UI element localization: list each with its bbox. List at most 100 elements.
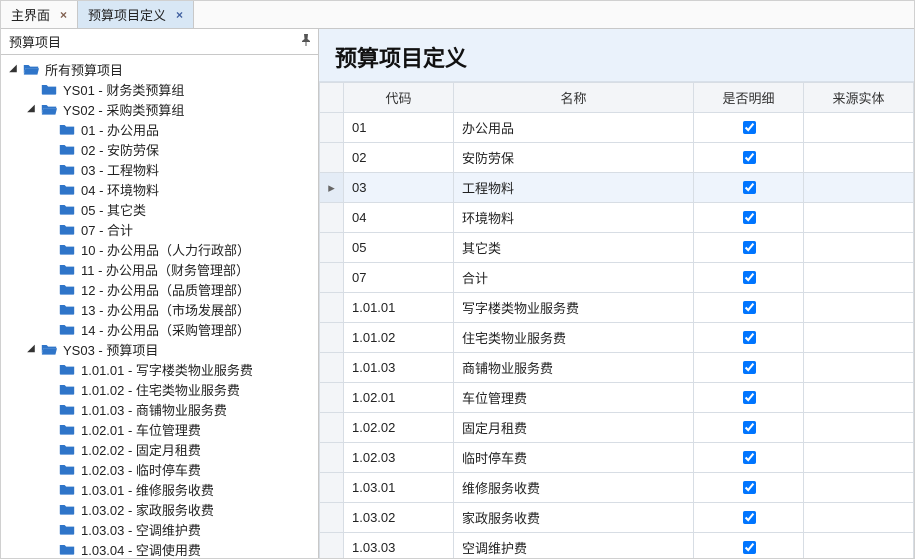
row-header[interactable]	[320, 263, 344, 293]
cell-name[interactable]: 工程物料	[454, 173, 694, 203]
tree-node[interactable]: ·1.02.03 - 临时停车费	[41, 459, 318, 479]
cell-source[interactable]	[804, 323, 914, 353]
tree-node[interactable]: ·01 - 办公用品	[41, 119, 318, 139]
cell-source[interactable]	[804, 383, 914, 413]
cell-source[interactable]	[804, 143, 914, 173]
table-row[interactable]: 04环境物料	[320, 203, 914, 233]
detail-checkbox[interactable]	[743, 301, 756, 314]
tree-node[interactable]: ·1.03.03 - 空调维护费	[41, 519, 318, 539]
detail-checkbox[interactable]	[743, 391, 756, 404]
table-row[interactable]: 1.02.02固定月租费	[320, 413, 914, 443]
row-header[interactable]	[320, 143, 344, 173]
collapse-icon[interactable]: ◢	[25, 104, 37, 114]
cell-code[interactable]: 1.01.01	[344, 293, 454, 323]
cell-detail[interactable]	[694, 383, 804, 413]
cell-code[interactable]: 1.02.03	[344, 443, 454, 473]
detail-checkbox[interactable]	[743, 331, 756, 344]
row-header[interactable]	[320, 473, 344, 503]
collapse-icon[interactable]: ◢	[7, 64, 19, 74]
table-row[interactable]: 1.01.01写字楼类物业服务费	[320, 293, 914, 323]
cell-detail[interactable]	[694, 263, 804, 293]
detail-checkbox[interactable]	[743, 361, 756, 374]
cell-code[interactable]: 1.03.02	[344, 503, 454, 533]
cell-detail[interactable]	[694, 473, 804, 503]
cell-code[interactable]: 01	[344, 113, 454, 143]
tree-node[interactable]: ·10 - 办公用品（人力行政部）	[41, 239, 318, 259]
table-row[interactable]: 05其它类	[320, 233, 914, 263]
cell-name[interactable]: 住宅类物业服务费	[454, 323, 694, 353]
row-header[interactable]	[320, 383, 344, 413]
detail-checkbox[interactable]	[743, 121, 756, 134]
cell-name[interactable]: 临时停车费	[454, 443, 694, 473]
detail-checkbox[interactable]	[743, 481, 756, 494]
row-header[interactable]	[320, 533, 344, 559]
cell-code[interactable]: 1.02.01	[344, 383, 454, 413]
grid-wrap[interactable]: 代码 名称 是否明细 来源实体 01办公用品02安防劳保▸03工程物料04环境物…	[319, 82, 914, 558]
cell-detail[interactable]	[694, 173, 804, 203]
cell-code[interactable]: 07	[344, 263, 454, 293]
tree-node[interactable]: ·YS01 - 财务类预算组	[23, 79, 318, 99]
cell-source[interactable]	[804, 173, 914, 203]
cell-code[interactable]: 02	[344, 143, 454, 173]
cell-detail[interactable]	[694, 293, 804, 323]
pin-icon[interactable]	[300, 33, 312, 50]
detail-checkbox[interactable]	[743, 211, 756, 224]
row-header[interactable]	[320, 113, 344, 143]
column-header-source[interactable]: 来源实体	[804, 83, 914, 113]
cell-name[interactable]: 商铺物业服务费	[454, 353, 694, 383]
cell-detail[interactable]	[694, 323, 804, 353]
row-header[interactable]	[320, 413, 344, 443]
tree-node[interactable]: ◢所有预算项目	[5, 59, 318, 79]
cell-code[interactable]: 1.01.03	[344, 353, 454, 383]
tree-node[interactable]: ·07 - 合计	[41, 219, 318, 239]
cell-source[interactable]	[804, 203, 914, 233]
cell-name[interactable]: 环境物料	[454, 203, 694, 233]
cell-source[interactable]	[804, 233, 914, 263]
tree-node[interactable]: ◢YS02 - 采购类预算组	[23, 99, 318, 119]
cell-name[interactable]: 写字楼类物业服务费	[454, 293, 694, 323]
cell-source[interactable]	[804, 293, 914, 323]
tree-node[interactable]: ·03 - 工程物料	[41, 159, 318, 179]
table-row[interactable]: 01办公用品	[320, 113, 914, 143]
detail-checkbox[interactable]	[743, 241, 756, 254]
detail-checkbox[interactable]	[743, 181, 756, 194]
cell-code[interactable]: 04	[344, 203, 454, 233]
tree-node[interactable]: ·1.01.01 - 写字楼类物业服务费	[41, 359, 318, 379]
cell-code[interactable]: 03	[344, 173, 454, 203]
tree-node[interactable]: ·13 - 办公用品（市场发展部）	[41, 299, 318, 319]
row-header[interactable]	[320, 203, 344, 233]
table-row[interactable]: 1.01.03商铺物业服务费	[320, 353, 914, 383]
row-header[interactable]: ▸	[320, 173, 344, 203]
tree-node[interactable]: ◢YS03 - 预算项目	[23, 339, 318, 359]
cell-name[interactable]: 其它类	[454, 233, 694, 263]
tree-node[interactable]: ·04 - 环境物料	[41, 179, 318, 199]
cell-code[interactable]: 1.03.03	[344, 533, 454, 559]
row-header[interactable]	[320, 443, 344, 473]
collapse-icon[interactable]: ◢	[25, 344, 37, 354]
cell-name[interactable]: 空调维护费	[454, 533, 694, 559]
table-row[interactable]: ▸03工程物料	[320, 173, 914, 203]
table-row[interactable]: 1.02.03临时停车费	[320, 443, 914, 473]
table-row[interactable]: 1.03.02家政服务收费	[320, 503, 914, 533]
tree-node[interactable]: ·1.03.02 - 家政服务收费	[41, 499, 318, 519]
table-row[interactable]: 1.03.03空调维护费	[320, 533, 914, 559]
detail-checkbox[interactable]	[743, 271, 756, 284]
column-header-name[interactable]: 名称	[454, 83, 694, 113]
detail-checkbox[interactable]	[743, 421, 756, 434]
tree-node[interactable]: ·1.02.02 - 固定月租费	[41, 439, 318, 459]
column-header-rowhdr[interactable]	[320, 83, 344, 113]
detail-checkbox[interactable]	[743, 541, 756, 554]
column-header-code[interactable]: 代码	[344, 83, 454, 113]
cell-detail[interactable]	[694, 353, 804, 383]
tree-node[interactable]: ·11 - 办公用品（财务管理部）	[41, 259, 318, 279]
tree-node[interactable]: ·1.03.04 - 空调使用费	[41, 539, 318, 558]
cell-detail[interactable]	[694, 233, 804, 263]
detail-checkbox[interactable]	[743, 511, 756, 524]
cell-detail[interactable]	[694, 413, 804, 443]
tree-node[interactable]: ·14 - 办公用品（采购管理部）	[41, 319, 318, 339]
cell-name[interactable]: 合计	[454, 263, 694, 293]
cell-name[interactable]: 车位管理费	[454, 383, 694, 413]
cell-detail[interactable]	[694, 203, 804, 233]
table-row[interactable]: 02安防劳保	[320, 143, 914, 173]
column-header-detail[interactable]: 是否明细	[694, 83, 804, 113]
